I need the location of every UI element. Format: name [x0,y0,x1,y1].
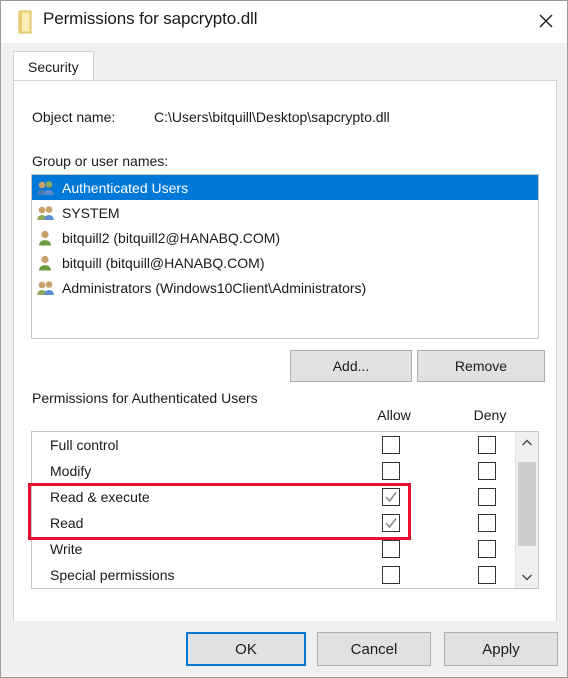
deny-checkbox[interactable] [478,514,496,532]
list-item[interactable]: Authenticated Users [32,175,538,200]
list-item-label: bitquill (bitquill@HANABQ.COM) [62,254,265,271]
list-item-label: SYSTEM [62,204,120,221]
deny-checkbox[interactable] [478,540,496,558]
object-name-value: C:\Users\bitquill\Desktop\sapcrypto.dll [154,109,390,125]
permission-label: Write [50,541,83,557]
cancel-button[interactable]: Cancel [317,632,431,666]
list-item-label: Authenticated Users [62,179,189,196]
tab-security[interactable]: Security [13,51,94,81]
close-icon[interactable] [523,1,567,41]
permissions-table: Full control Modify Read & execute Read … [31,431,539,589]
allow-checkbox[interactable] [382,514,400,532]
list-item-label: Administrators (Windows10Client\Administ… [62,279,367,296]
object-name-label: Object name: [32,109,116,125]
deny-checkbox[interactable] [478,436,496,454]
permission-label: Read [50,515,84,531]
permissions-scrollbar[interactable] [515,432,538,588]
table-row[interactable]: Special permissions [32,562,515,588]
allow-checkbox[interactable] [382,488,400,506]
deny-checkbox[interactable] [478,488,496,506]
list-item-label: bitquill2 (bitquill2@HANABQ.COM) [62,229,281,246]
add-button[interactable]: Add... [290,350,412,382]
deny-checkbox[interactable] [478,462,496,480]
tab-security-label: Security [28,58,79,75]
allow-checkbox[interactable] [382,540,400,558]
table-row[interactable]: Full control [32,432,515,458]
ok-button[interactable]: OK [186,632,306,666]
scrollbar-thumb[interactable] [518,462,536,546]
window-title: Permissions for sapcrypto.dll [43,9,258,28]
security-tab-panel: Object name: C:\Users\bitquill\Desktop\s… [13,80,557,623]
remove-button[interactable]: Remove [417,350,545,382]
allow-checkbox[interactable] [382,462,400,480]
file-properties-icon [15,10,35,34]
permission-label: Full control [50,437,119,453]
group-or-user-names-list[interactable]: Authenticated Users SYSTEM bitquill2 (bi… [31,174,539,339]
deny-checkbox[interactable] [478,566,496,584]
permission-label: Read & execute [50,489,150,505]
permission-label: Modify [50,463,92,479]
table-row[interactable]: Read & execute [32,484,515,510]
permissions-for-label: Permissions for Authenticated Users [32,390,258,406]
chevron-down-icon[interactable] [516,566,538,588]
chevron-up-icon[interactable] [516,432,538,454]
dialog-footer: OK Cancel Apply [1,621,567,677]
column-header-deny: Deny [473,407,507,423]
list-item[interactable]: SYSTEM [32,200,538,225]
table-row[interactable]: Modify [32,458,515,484]
table-row[interactable]: Read [32,510,515,536]
column-header-allow: Allow [377,407,411,423]
list-item[interactable]: bitquill (bitquill@HANABQ.COM) [32,250,538,275]
title-bar: Permissions for sapcrypto.dll [1,1,567,43]
group-icon [36,179,56,197]
apply-button[interactable]: Apply [444,632,558,666]
allow-checkbox[interactable] [382,566,400,584]
tab-strip: Security [1,43,567,81]
user-icon [36,229,56,247]
group-list-label: Group or user names: [32,153,169,169]
list-item[interactable]: bitquill2 (bitquill2@HANABQ.COM) [32,225,538,250]
permissions-dialog: Permissions for sapcrypto.dll Security O… [0,0,568,678]
permission-label: Special permissions [50,567,175,583]
group-icon [36,279,56,297]
user-icon [36,254,56,272]
table-row[interactable]: Write [32,536,515,562]
list-item[interactable]: Administrators (Windows10Client\Administ… [32,275,538,300]
group-icon [36,204,56,222]
allow-checkbox[interactable] [382,436,400,454]
